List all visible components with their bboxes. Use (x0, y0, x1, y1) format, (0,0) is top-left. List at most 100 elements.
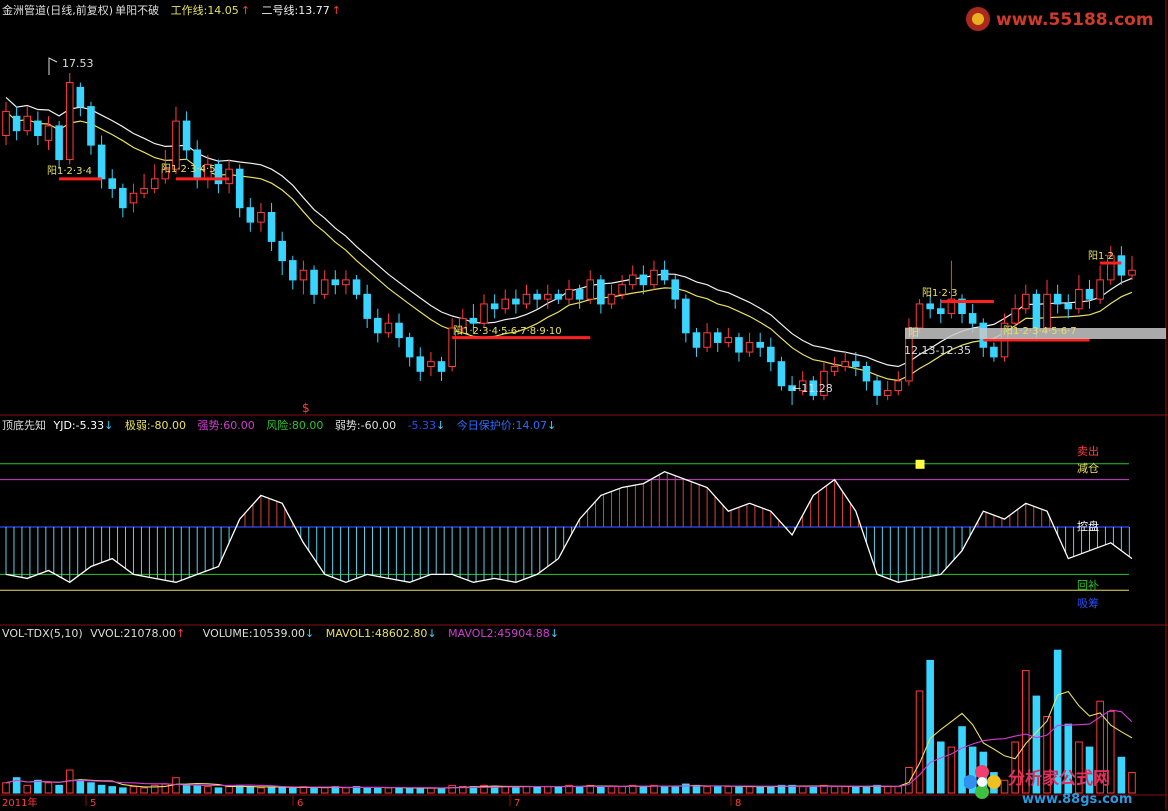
volume-bar (2, 782, 10, 794)
candle-body (65, 82, 74, 161)
candle-body (427, 361, 435, 367)
volume-bar (745, 786, 754, 794)
candle-body (628, 274, 637, 286)
candle-body (44, 125, 53, 141)
candle-body (682, 298, 690, 334)
candle-body (1128, 269, 1136, 276)
volume-bar (119, 787, 127, 794)
candle-body (310, 269, 318, 295)
candle-body (575, 289, 584, 300)
osc-label-reduce: 减仓 (1077, 461, 1099, 475)
candle-body (320, 279, 329, 295)
volume-bar (437, 787, 446, 794)
volume-bar (936, 741, 945, 794)
volume-bar (373, 787, 382, 794)
watermark-top: www.55188.com (962, 4, 1162, 34)
candle-body (873, 380, 881, 396)
stock-chart-window: 金洲管道(日线,前复权) 单阳不破 工作线:14.05 ↑ 二号线:13.77 ↑ 顶… (0, 0, 1168, 810)
volume-bar (34, 779, 42, 794)
volume-bar (204, 786, 212, 794)
volume-bar (76, 779, 85, 794)
volume-bar (214, 787, 223, 794)
candle-body (246, 207, 255, 223)
volume-bar (798, 786, 807, 794)
candle-body (936, 308, 945, 315)
volume-bar (395, 787, 403, 794)
axis-month-label: 5 (90, 798, 96, 809)
candle-body (554, 293, 563, 300)
candle-body (87, 106, 95, 146)
watermark-top-text: www.55188.com (996, 10, 1154, 30)
candle-body (1075, 289, 1083, 310)
volume-bar (363, 787, 371, 794)
low-price-label: ←11.28 (792, 382, 833, 395)
candle-body (172, 120, 180, 170)
candle-body (2, 110, 10, 136)
candle-body (841, 361, 849, 367)
candle-body (512, 298, 520, 305)
candle-body (565, 289, 573, 300)
candle-body (1117, 255, 1126, 276)
volume-bar (310, 787, 318, 794)
watermark-bottom: 分析家公式网 www.88gs.com (963, 758, 1164, 808)
candle-body (363, 293, 371, 319)
volume-bar (639, 786, 648, 794)
oscillator-series (0, 459, 1133, 591)
candle-body (597, 279, 605, 305)
candle-body (501, 298, 510, 310)
volume-bar (182, 784, 191, 794)
high-price-label: 17.53 (62, 57, 94, 70)
volume-bar (767, 786, 775, 794)
yang-label: 阳1·2·3·4·5·6·7·8·9·10 (453, 325, 562, 337)
candle-body (289, 260, 297, 281)
candle-body (660, 269, 669, 281)
axis-month-label: 8 (735, 798, 741, 809)
volume-bar (841, 786, 849, 794)
candle-body (756, 341, 765, 348)
flower-logo-icon (963, 765, 1001, 799)
candle-body (373, 317, 382, 334)
osc-peak-marker (915, 459, 925, 469)
yang-label: 阳1·2·3 (922, 287, 957, 299)
candle-body (97, 144, 106, 180)
yang-label: 阳1·2·3·4 (47, 165, 92, 177)
candle-body (437, 361, 446, 372)
volume-bar (607, 786, 616, 794)
candle-body (352, 279, 361, 295)
candle-body (1096, 279, 1104, 300)
candle-body (416, 356, 425, 372)
candle-body (129, 192, 138, 204)
candle-body (1011, 308, 1019, 324)
volume-bar (172, 777, 180, 794)
volume-bar (23, 784, 32, 794)
watermark-bottom-url: www.88gs.com (1022, 792, 1132, 807)
yang-label: 阳1·2·3·4·5 (161, 163, 216, 175)
candle-body (735, 337, 743, 353)
candle-body (182, 120, 191, 151)
sell-marker: $ (302, 401, 310, 415)
candle-body (119, 187, 127, 209)
candle-body (34, 120, 42, 136)
candle-body (692, 332, 701, 348)
volume-bar (416, 787, 425, 794)
candle-body (852, 361, 860, 367)
volume-bar (44, 782, 53, 794)
candle-body (522, 293, 531, 305)
volume-bar (246, 786, 255, 794)
candle-body (883, 390, 892, 396)
candle-body (23, 115, 32, 132)
axis-year-label: 2011年 (2, 796, 37, 809)
candle-body (533, 293, 541, 300)
candle-body (543, 293, 552, 300)
candle-body (862, 366, 871, 382)
volume-bar (405, 787, 414, 794)
volume-bar (320, 787, 329, 794)
volume-bar (862, 786, 871, 794)
candle-body (968, 313, 977, 324)
candle-body (1032, 293, 1041, 329)
volume-bar (342, 787, 350, 794)
volume-bar (575, 786, 584, 794)
candle-body (650, 269, 658, 286)
candle-body (214, 163, 223, 185)
candle-body (12, 115, 21, 132)
